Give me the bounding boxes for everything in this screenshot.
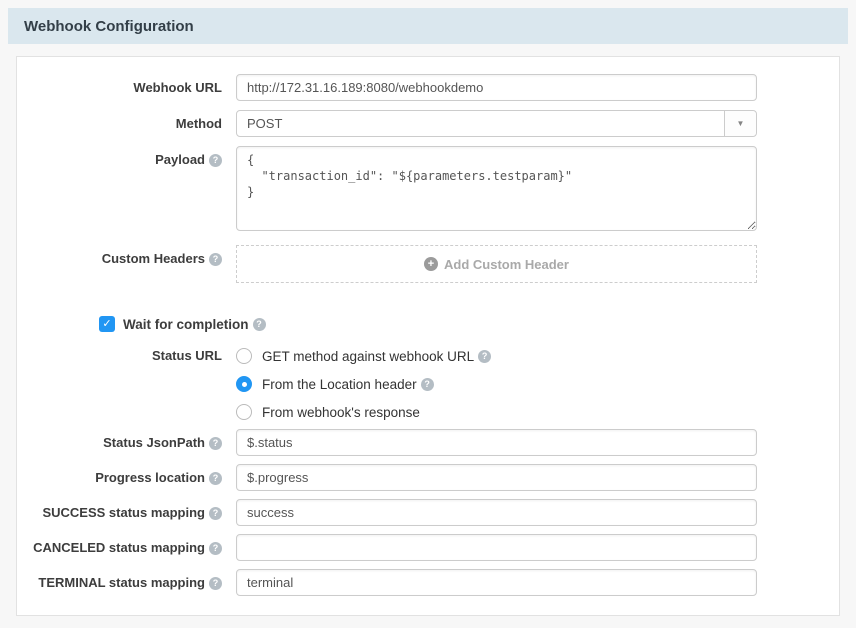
wait-for-completion-checkbox[interactable]: ✓ — [99, 316, 115, 332]
radio-icon-selected[interactable] — [236, 376, 252, 392]
radio-label: From the Location header — [262, 377, 417, 392]
status-url-label: Status URL — [17, 348, 236, 364]
page-title: Webhook Configuration — [24, 18, 194, 35]
help-icon[interactable]: ? — [209, 253, 222, 266]
help-icon[interactable]: ? — [478, 350, 491, 363]
success-mapping-label: SUCCESS status mapping — [42, 505, 205, 520]
wait-for-completion-row: ✓ Wait for completion ? — [99, 316, 839, 332]
status-jsonpath-label-wrap: Status JsonPath? — [17, 435, 236, 451]
progress-location-label-wrap: Progress location? — [17, 470, 236, 486]
payload-row: Payload? { "transaction_id": "${paramete… — [17, 146, 839, 236]
method-selected-value: POST — [237, 116, 724, 131]
status-jsonpath-input[interactable] — [236, 429, 757, 456]
chevron-down-icon: ▼ — [737, 119, 745, 128]
status-url-radio-group: GET method against webhook URL ? From th… — [236, 348, 757, 420]
canceled-mapping-label-wrap: CANCELED status mapping? — [17, 540, 236, 556]
status-jsonpath-row: Status JsonPath? — [17, 429, 839, 456]
progress-location-label: Progress location — [95, 470, 205, 485]
webhook-url-input[interactable] — [236, 74, 757, 101]
help-icon[interactable]: ? — [209, 437, 222, 450]
add-custom-header-label: Add Custom Header — [444, 257, 569, 272]
payload-label-wrap: Payload? — [17, 146, 236, 168]
canceled-mapping-input[interactable] — [236, 534, 757, 561]
radio-icon[interactable] — [236, 348, 252, 364]
section-header: Webhook Configuration — [8, 8, 848, 44]
radio-icon[interactable] — [236, 404, 252, 420]
help-icon[interactable]: ? — [209, 542, 222, 555]
add-custom-header-button[interactable]: + Add Custom Header — [236, 245, 757, 283]
checkmark-icon: ✓ — [102, 318, 111, 330]
custom-headers-label-wrap: Custom Headers? — [17, 245, 236, 267]
method-label: Method — [17, 116, 236, 132]
wait-for-completion-label: Wait for completion — [123, 317, 249, 332]
help-icon[interactable]: ? — [209, 472, 222, 485]
help-icon[interactable]: ? — [253, 318, 266, 331]
radio-label: From webhook's response — [262, 405, 420, 420]
custom-headers-label: Custom Headers — [102, 251, 205, 266]
radio-label: GET method against webhook URL — [262, 349, 474, 364]
help-icon[interactable]: ? — [209, 507, 222, 520]
help-icon[interactable]: ? — [421, 378, 434, 391]
webhook-config-panel: Webhook URL Method POST ▼ Payload? { "tr… — [16, 56, 840, 616]
webhook-url-label: Webhook URL — [17, 80, 236, 96]
status-jsonpath-label: Status JsonPath — [103, 435, 205, 450]
terminal-mapping-label-wrap: TERMINAL status mapping? — [17, 575, 236, 591]
method-row: Method POST ▼ — [17, 110, 839, 137]
plus-circle-icon: + — [424, 257, 438, 271]
radio-option-location-header[interactable]: From the Location header ? — [236, 376, 757, 392]
progress-location-row: Progress location? — [17, 464, 839, 491]
canceled-mapping-row: CANCELED status mapping? — [17, 534, 839, 561]
help-icon[interactable]: ? — [209, 154, 222, 167]
help-icon[interactable]: ? — [209, 577, 222, 590]
webhook-url-row: Webhook URL — [17, 74, 839, 101]
progress-location-input[interactable] — [236, 464, 757, 491]
method-select[interactable]: POST ▼ — [236, 110, 757, 137]
success-mapping-input[interactable] — [236, 499, 757, 526]
radio-option-webhook-response[interactable]: From webhook's response — [236, 404, 757, 420]
success-mapping-label-wrap: SUCCESS status mapping? — [17, 505, 236, 521]
payload-label: Payload — [155, 152, 205, 167]
canceled-mapping-label: CANCELED status mapping — [33, 540, 205, 555]
terminal-mapping-row: TERMINAL status mapping? — [17, 569, 839, 596]
success-mapping-row: SUCCESS status mapping? — [17, 499, 839, 526]
terminal-mapping-label: TERMINAL status mapping — [38, 575, 205, 590]
status-url-row: Status URL GET method against webhook UR… — [17, 348, 839, 420]
radio-option-get-method[interactable]: GET method against webhook URL ? — [236, 348, 757, 364]
payload-textarea[interactable]: { "transaction_id": "${parameters.testpa… — [236, 146, 757, 231]
method-select-arrow-button[interactable]: ▼ — [724, 111, 756, 136]
terminal-mapping-input[interactable] — [236, 569, 757, 596]
custom-headers-row: Custom Headers? + Add Custom Header — [17, 245, 839, 283]
